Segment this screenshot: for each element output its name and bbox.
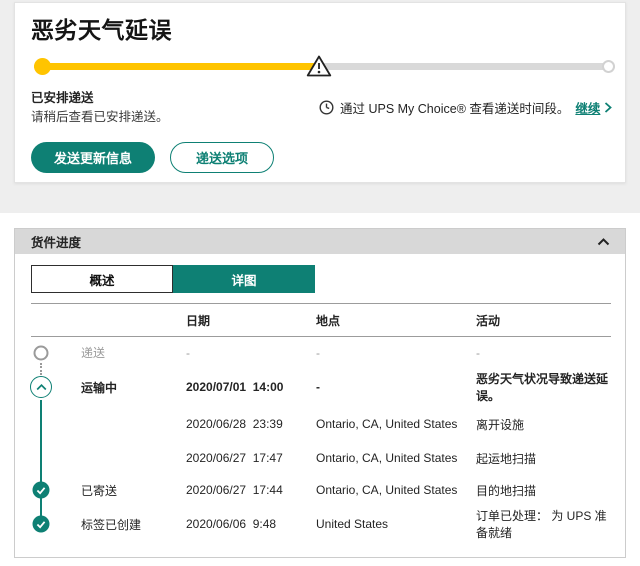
column-header-activity: 活动	[476, 313, 501, 328]
event-activity: 起运地扫描	[476, 451, 537, 466]
event-date: -	[186, 345, 190, 360]
table-row: 标签已创建 2020/06/06 9:48 United States 订单已处理： …	[31, 506, 611, 542]
clock-icon	[319, 100, 334, 115]
chevron-right-icon	[604, 102, 613, 113]
shipment-status-label: 递送	[81, 346, 106, 360]
event-date: 2020/06/28 23:39	[186, 417, 283, 431]
column-header-location: 地点	[316, 313, 341, 328]
timeline-rows: 递送 - - - 运输中 2020/07/01 14:00- 恶劣天气状况导致递送延误。 20…	[30, 337, 611, 542]
event-activity: 订单已处理： 为 UPS 准备就绪	[476, 509, 607, 540]
table-row: 已寄送 2020/06/27 17:44 Ontario, CA, United S…	[31, 474, 611, 506]
event-location: Ontario, CA, United States	[316, 417, 458, 431]
page-title: 恶劣天气延误	[31, 17, 172, 43]
timeline-icon-cell	[31, 506, 67, 542]
continue-link[interactable]: 继续	[575, 98, 600, 117]
chevron-up-icon[interactable]	[597, 237, 610, 246]
table-header-row: 日期 地点 活动	[31, 304, 611, 337]
event-activity: 恶劣天气状况导致递送延误。	[476, 372, 609, 403]
delivery-alert-card: 恶劣天气延误 已安排递送 请稍后查看已安排递送。 通过 UPS My Choic…	[14, 2, 626, 183]
table-row: 2020/06/28 23:39 Ontario, CA, United Stat…	[31, 406, 611, 442]
empty-circle-icon	[33, 345, 49, 360]
mychoice-info-row: 通过 UPS My Choice® 查看递送时间段。 继续	[319, 98, 613, 117]
event-date: 2020/07/01 14:00	[186, 380, 284, 394]
shipment-history-table: 日期 地点 活动 递送 - - - 运输中 2020/07/01 14:00 - 恶劣天气状况…	[30, 303, 611, 542]
send-updates-button[interactable]: 发送更新信息	[31, 142, 156, 173]
shipment-status-label: 标签已创建	[81, 517, 142, 532]
view-tabs: 概述 详图	[31, 265, 315, 293]
timeline-icon-cell	[31, 474, 67, 506]
event-location: United States	[316, 517, 389, 531]
progress-start-dot	[34, 58, 51, 75]
event-date: 2020/06/27 17:47	[186, 451, 283, 465]
progress-end-dot	[602, 60, 615, 73]
delivery-options-button[interactable]: 递送选项	[170, 142, 275, 173]
panel-title: 货件进度	[31, 236, 82, 250]
tab-detail[interactable]: 详图	[173, 265, 315, 293]
shipment-status-label: 已寄送	[81, 483, 118, 498]
table-row: 2020/06/27 17:47 Ontario, CA, United Stat…	[31, 442, 611, 474]
timeline-icon-cell	[31, 337, 67, 368]
table-row: 运输中 2020/07/01 14:00 - 恶劣天气状况导致递送延误。	[30, 368, 611, 406]
column-header-date: 日期	[186, 313, 211, 328]
shipment-progress-panel: 货件进度 概述 详图 日期 地点 活动 递送 - - - 运输中 2020/07/01 1…	[14, 228, 626, 558]
delivery-status-subtitle: 请稍后查看已安排递送。	[31, 110, 169, 124]
table-row: 递送 - - -	[31, 337, 611, 368]
shipment-status-label: 运输中	[81, 380, 118, 395]
check-circle-icon	[32, 515, 50, 533]
check-circle-icon	[32, 481, 50, 499]
timeline-icon-cell	[30, 368, 67, 406]
event-date: 2020/06/27 17:44	[186, 483, 283, 497]
progress-fill	[34, 63, 319, 70]
event-location: -	[316, 380, 320, 394]
event-activity: 目的地扫描	[476, 483, 537, 498]
event-location: -	[316, 345, 320, 360]
event-location: Ontario, CA, United States	[316, 483, 458, 497]
timeline-icon-cell	[31, 406, 67, 442]
mychoice-text: 通过 UPS My Choice® 查看递送时间段。	[340, 102, 570, 116]
event-date: 2020/06/06 9:48	[186, 517, 277, 531]
event-activity: 离开设施	[476, 417, 525, 432]
warning-triangle-icon	[306, 54, 332, 78]
delivery-progress-bar	[34, 53, 615, 79]
action-buttons: 发送更新信息 递送选项	[31, 142, 275, 173]
event-activity: -	[476, 345, 480, 360]
chevron-up-circle-icon[interactable]	[30, 376, 52, 398]
tab-overview[interactable]: 概述	[31, 265, 173, 293]
event-location: Ontario, CA, United States	[316, 451, 458, 465]
timeline-icon-cell	[31, 442, 67, 474]
delivery-status-title: 已安排递送	[31, 91, 94, 105]
panel-header[interactable]: 货件进度	[15, 229, 625, 254]
